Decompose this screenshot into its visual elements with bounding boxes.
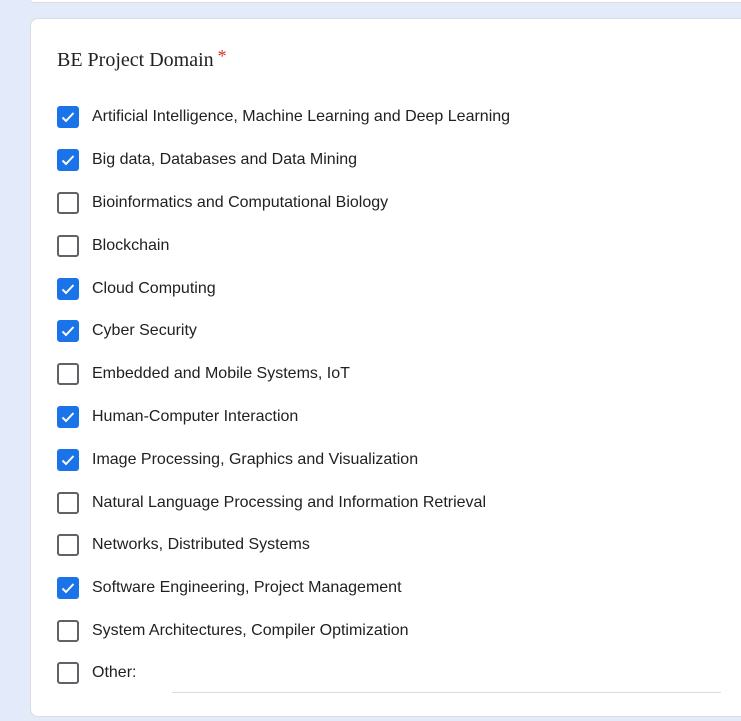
option-label: Cyber Security xyxy=(92,322,197,340)
checkbox[interactable] xyxy=(57,448,79,471)
other-text-input[interactable] xyxy=(172,664,722,694)
checkbox-option[interactable]: Image Processing, Graphics and Visualiza… xyxy=(57,438,721,481)
previous-question-card xyxy=(30,0,741,3)
option-label: System Architectures, Compiler Optimizat… xyxy=(92,621,409,639)
checkbox-group: Artificial Intelligence, Machine Learnin… xyxy=(57,96,722,694)
option-label: Human-Computer Interaction xyxy=(92,407,299,425)
option-label: Other: xyxy=(92,663,137,681)
checkbox[interactable] xyxy=(57,661,79,684)
option-label: Software Engineering, Project Management xyxy=(92,579,402,597)
checkmark-icon xyxy=(60,452,76,468)
checkbox[interactable] xyxy=(57,149,79,172)
option-label: Blockchain xyxy=(92,236,170,254)
option-label: Big data, Databases and Data Mining xyxy=(92,151,358,169)
checkbox[interactable] xyxy=(57,363,79,386)
question-title: BE Project Domain * xyxy=(57,46,227,72)
checkbox[interactable] xyxy=(57,405,79,428)
checkbox[interactable] xyxy=(57,234,79,257)
checkbox[interactable] xyxy=(57,106,79,129)
option-label: Artificial Intelligence, Machine Learnin… xyxy=(92,108,511,126)
checkbox-option[interactable]: Big data, Databases and Data Mining xyxy=(57,139,721,182)
option-label: Cloud Computing xyxy=(92,279,216,297)
checkbox-option[interactable]: System Architectures, Compiler Optimizat… xyxy=(57,610,721,653)
checkmark-icon xyxy=(60,281,76,297)
checkmark-icon xyxy=(60,409,76,425)
question-title-text: BE Project Domain xyxy=(57,49,214,71)
checkbox-option[interactable]: Artificial Intelligence, Machine Learnin… xyxy=(57,96,721,139)
checkbox[interactable] xyxy=(57,491,79,514)
checkmark-icon xyxy=(60,109,76,125)
checkbox-option[interactable]: Software Engineering, Project Management xyxy=(57,567,721,610)
checkbox-option[interactable]: Human-Computer Interaction xyxy=(57,396,721,439)
checkbox-option[interactable]: Bioinformatics and Computational Biology xyxy=(57,182,721,225)
checkbox[interactable] xyxy=(57,577,79,600)
checkbox-option[interactable]: Cyber Security xyxy=(57,310,721,353)
checkmark-icon xyxy=(60,323,76,339)
checkmark-icon xyxy=(60,580,76,596)
checkbox-option[interactable]: Natural Language Processing and Informat… xyxy=(57,481,721,524)
checkbox[interactable] xyxy=(57,534,79,557)
checkbox-option[interactable]: Cloud Computing xyxy=(57,267,721,310)
checkbox[interactable] xyxy=(57,320,79,343)
checkbox-option[interactable]: Networks, Distributed Systems xyxy=(57,524,721,567)
option-label: Natural Language Processing and Informat… xyxy=(92,493,487,511)
checkbox-option-other[interactable]: Other: xyxy=(57,652,722,694)
checkbox[interactable] xyxy=(57,619,79,642)
option-label: Bioinformatics and Computational Biology xyxy=(92,193,389,211)
checkmark-icon xyxy=(60,152,76,168)
required-asterisk: * xyxy=(217,46,227,66)
option-label: Networks, Distributed Systems xyxy=(92,536,310,554)
checkbox[interactable] xyxy=(57,191,79,214)
question-card: BE Project Domain * Artificial Intelligen… xyxy=(30,18,741,717)
option-label: Image Processing, Graphics and Visualiza… xyxy=(92,450,419,468)
checkbox-option[interactable]: Embedded and Mobile Systems, IoT xyxy=(57,353,721,396)
checkbox[interactable] xyxy=(57,277,79,300)
checkbox-option[interactable]: Blockchain xyxy=(57,224,721,267)
option-label: Embedded and Mobile Systems, IoT xyxy=(92,365,350,383)
